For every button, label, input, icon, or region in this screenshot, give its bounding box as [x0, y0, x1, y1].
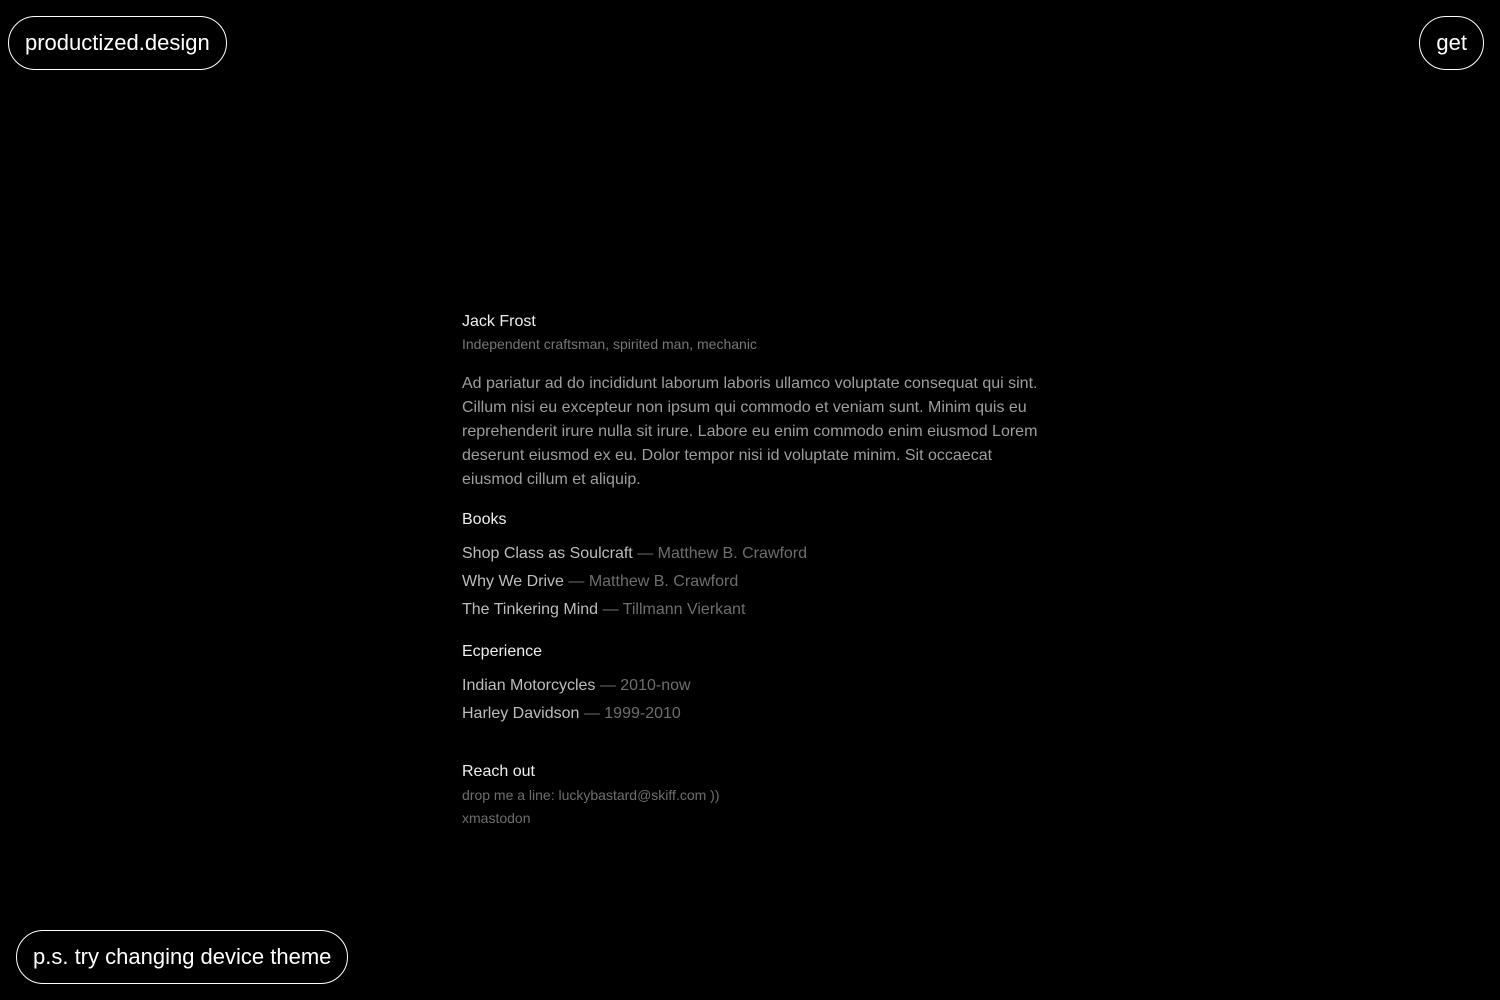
book-item[interactable]: The Tinkering Mind — Tillmann Vierkant: [462, 596, 1038, 624]
separator: —: [598, 601, 623, 618]
email-line: drop me a line: luckybastard@skiff.com )…: [462, 784, 1038, 807]
experience-period: 2010-now: [620, 677, 691, 694]
separator: —: [563, 573, 589, 590]
profile-name: Jack Frost: [462, 313, 536, 330]
profile-bio: Ad pariatur ad do incididunt laborum lab…: [462, 375, 1038, 488]
book-title: Why We Drive: [462, 573, 564, 590]
brand-link[interactable]: productized.design: [8, 16, 227, 70]
experience-period: 1999-2010: [604, 705, 681, 722]
reach-out-section: Reach out drop me a line: luckybastard@s…: [462, 760, 1038, 830]
books-heading: Books: [462, 511, 507, 528]
book-title: Shop Class as Soulcraft: [462, 545, 633, 562]
profile-content: Jack Frost Independent craftsman, spirit…: [462, 310, 1038, 830]
experience-list: Indian Motorcycles — 2010-now Harley Dav…: [462, 672, 1038, 728]
books-list: Shop Class as Soulcraft — Matthew B. Cra…: [462, 540, 1038, 624]
theme-hint-badge: p.s. try changing device theme: [16, 930, 349, 984]
profile-subtitle: Independent craftsman, spirited man, mec…: [462, 336, 757, 352]
experience-company: Indian Motorcycles: [462, 677, 596, 694]
separator: —: [595, 677, 621, 694]
get-button[interactable]: get: [1419, 16, 1484, 70]
experience-heading: Ecperience: [462, 643, 543, 660]
email-link[interactable]: drop me a line: luckybastard@skiff.com )…: [462, 787, 720, 803]
separator: —: [632, 545, 658, 562]
reach-out-heading: Reach out: [462, 763, 535, 780]
book-author: Matthew B. Crawford: [657, 545, 808, 562]
experience-item[interactable]: Harley Davidson — 1999-2010: [462, 700, 1038, 728]
separator: —: [579, 705, 605, 722]
mastodon-line: xmastodon: [462, 807, 1038, 830]
book-title: The Tinkering Mind: [462, 601, 599, 618]
mastodon-link[interactable]: xmastodon: [462, 810, 530, 826]
experience-item[interactable]: Indian Motorcycles — 2010-now: [462, 672, 1038, 700]
book-item[interactable]: Shop Class as Soulcraft — Matthew B. Cra…: [462, 540, 1038, 568]
book-author: Matthew B. Crawford: [588, 573, 739, 590]
book-author: Tillmann Vierkant: [622, 601, 746, 618]
page: productized.design get Jack Frost Indepe…: [0, 0, 1500, 1000]
book-item[interactable]: Why We Drive — Matthew B. Crawford: [462, 568, 1038, 596]
experience-company: Harley Davidson: [462, 705, 580, 722]
